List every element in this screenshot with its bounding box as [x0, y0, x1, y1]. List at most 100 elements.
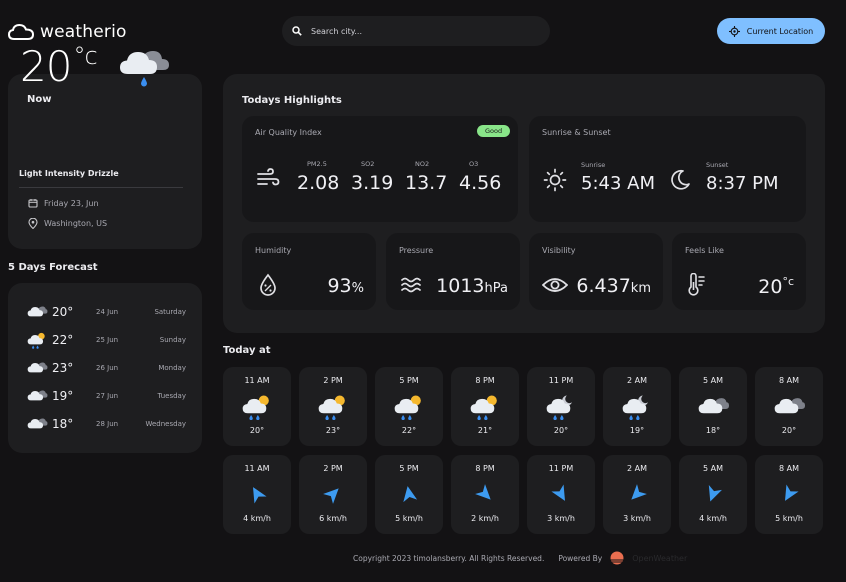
hourly-time: 2 AM [626, 376, 647, 385]
hourly-icon-wrap [223, 391, 291, 421]
sunset-time: 8:37 PM [706, 173, 779, 194]
forecast-day: Wednesday [145, 420, 186, 428]
forecast-row: 22° 25 Jun Sunday [26, 331, 186, 349]
calendar-icon [28, 199, 38, 208]
hourly-time: 8 AM [778, 376, 799, 385]
hourly-wind-speed: 2 km/h [471, 514, 499, 523]
hourly-icon-wrap [679, 479, 747, 509]
pressure-waves-icon [401, 277, 421, 293]
hourly-icon-wrap [755, 391, 823, 421]
copyright-text: Copyright 2023 timolansberry. All Rights… [353, 553, 545, 563]
cloud-icon [774, 397, 806, 413]
hourly-wind-speed: 3 km/h [623, 514, 651, 523]
wind-icon [257, 168, 280, 186]
sunrise-time: 5:43 AM [581, 173, 655, 194]
pressure-number: 1013 [436, 275, 485, 297]
aq-so2-value: 3.19 [351, 172, 394, 194]
location-row: Washington, US [28, 218, 107, 229]
forecast-day: Saturday [154, 308, 186, 316]
hourly-time: 5 AM [702, 464, 723, 473]
forecast-row: 19° 27 Jun Tuesday [26, 387, 186, 405]
hourly-wind-speed: 5 km/h [775, 514, 803, 523]
humidity-number: 93 [327, 275, 352, 297]
current-temp-value: 20 [20, 42, 72, 91]
forecast-date: 28 Jun [96, 420, 119, 428]
location-pin-icon [28, 218, 38, 229]
visibility-card: Visibility 6.437km [529, 233, 663, 310]
hourly-wind-tile: 8 AM 5 km/h [755, 455, 823, 534]
hourly-temp: 21° [477, 426, 493, 435]
air-quality-badge: Good [477, 125, 511, 137]
hourly-icon-wrap [375, 391, 443, 421]
forecast-card: 20° 24 Jun Saturday 22° 25 Jun Sunday 23° 26 Ju… [8, 283, 202, 453]
hourly-temp-tile: 8 PM 21° [451, 367, 519, 446]
hourly-wind-tile: 5 PM 5 km/h [375, 455, 443, 534]
footer: Copyright 2023 timolansberry. All Rights… [353, 551, 687, 565]
sun-cloud-rain-icon [318, 395, 345, 420]
current-temp-unit: °c [73, 42, 97, 70]
forecast-day: Monday [158, 364, 186, 372]
search-bar[interactable] [282, 16, 550, 46]
hourly-icon-wrap [451, 391, 519, 421]
humidity-unit: % [351, 281, 364, 296]
hourly-time: 5 PM [399, 464, 419, 473]
hourly-time: 5 AM [702, 376, 723, 385]
hourly-time: 8 AM [778, 464, 799, 473]
cloud-icon [27, 418, 48, 429]
wind-direction-icon [785, 484, 799, 501]
wind-direction-icon [253, 487, 267, 504]
hourly-temp: 20° [553, 426, 569, 435]
hourly-temp-tile: 11 PM 20° [527, 367, 595, 446]
hourly-wind-tile: 5 AM 4 km/h [679, 455, 747, 534]
today-title: Today at [223, 345, 271, 356]
air-quality-card: Air Quality Index Good PM2.5 2.08 SO2 3.… [242, 116, 518, 222]
sunset-block: Sunset 8:37 PM [706, 161, 779, 194]
feels-like-title: Feels Like [685, 246, 724, 255]
forecast-temp: 19° [52, 389, 74, 403]
hourly-temp-tile: 2 PM 23° [299, 367, 367, 446]
search-input[interactable] [311, 26, 511, 36]
hourly-icon-wrap [299, 391, 367, 421]
aq-so2: SO2 3.19 [351, 160, 401, 194]
wind-direction-icon [551, 484, 565, 501]
feels-like-unit: °c [782, 275, 794, 288]
hourly-temp-tile: 2 AM 19° [603, 367, 671, 446]
hourly-time: 2 AM [626, 464, 647, 473]
forecast-date: 25 Jun [96, 336, 119, 344]
hourly-wind-tile: 11 AM 4 km/h [223, 455, 291, 534]
current-location-button[interactable]: Current Location [717, 18, 825, 44]
forecast-row: 20° 24 Jun Saturday [26, 303, 186, 321]
thermometer-icon [688, 273, 705, 296]
location-crosshair-icon [728, 25, 740, 37]
visibility-title: Visibility [542, 246, 576, 255]
aq-so2-label: SO2 [361, 160, 375, 168]
forecast-date: 26 Jun [96, 364, 119, 372]
hourly-icon-wrap [527, 391, 595, 421]
hourly-icon-wrap [527, 479, 595, 509]
cloud-drizzle-icon [120, 51, 169, 87]
aq-no2: NO2 13.7 [405, 160, 455, 194]
sun-cloud-rain-icon [470, 395, 497, 420]
hourly-temp-tile: 5 PM 22° [375, 367, 443, 446]
forecast-temp: 23° [52, 361, 74, 375]
hourly-wind-speed: 4 km/h [243, 514, 271, 523]
hourly-wind-tile: 2 PM 6 km/h [299, 455, 367, 534]
cloud-icon [27, 306, 48, 317]
search-icon [292, 26, 302, 36]
sunrise-sunset-card: Sunrise & Sunset Sunrise 5:43 AM Sunset … [529, 116, 806, 222]
forecast-temp: 18° [52, 417, 74, 431]
aq-o3-label: O3 [469, 160, 479, 168]
hourly-icon-wrap [603, 391, 671, 421]
cloud-icon [698, 397, 730, 413]
hourly-temp-tile: 11 AM 20° [223, 367, 291, 446]
sunset-label: Sunset [706, 161, 729, 169]
hourly-wind-tile: 8 PM 2 km/h [451, 455, 519, 534]
hourly-temp: 20° [249, 426, 265, 435]
hourly-time: 11 PM [548, 376, 574, 385]
hourly-time: 11 AM [244, 376, 270, 385]
hourly-icon-wrap [223, 479, 291, 509]
cloud-icon [27, 390, 48, 401]
feels-like-value: 20°c [758, 275, 794, 298]
moon-cloud-rain-icon [622, 395, 648, 420]
hourly-time: 5 PM [399, 376, 419, 385]
